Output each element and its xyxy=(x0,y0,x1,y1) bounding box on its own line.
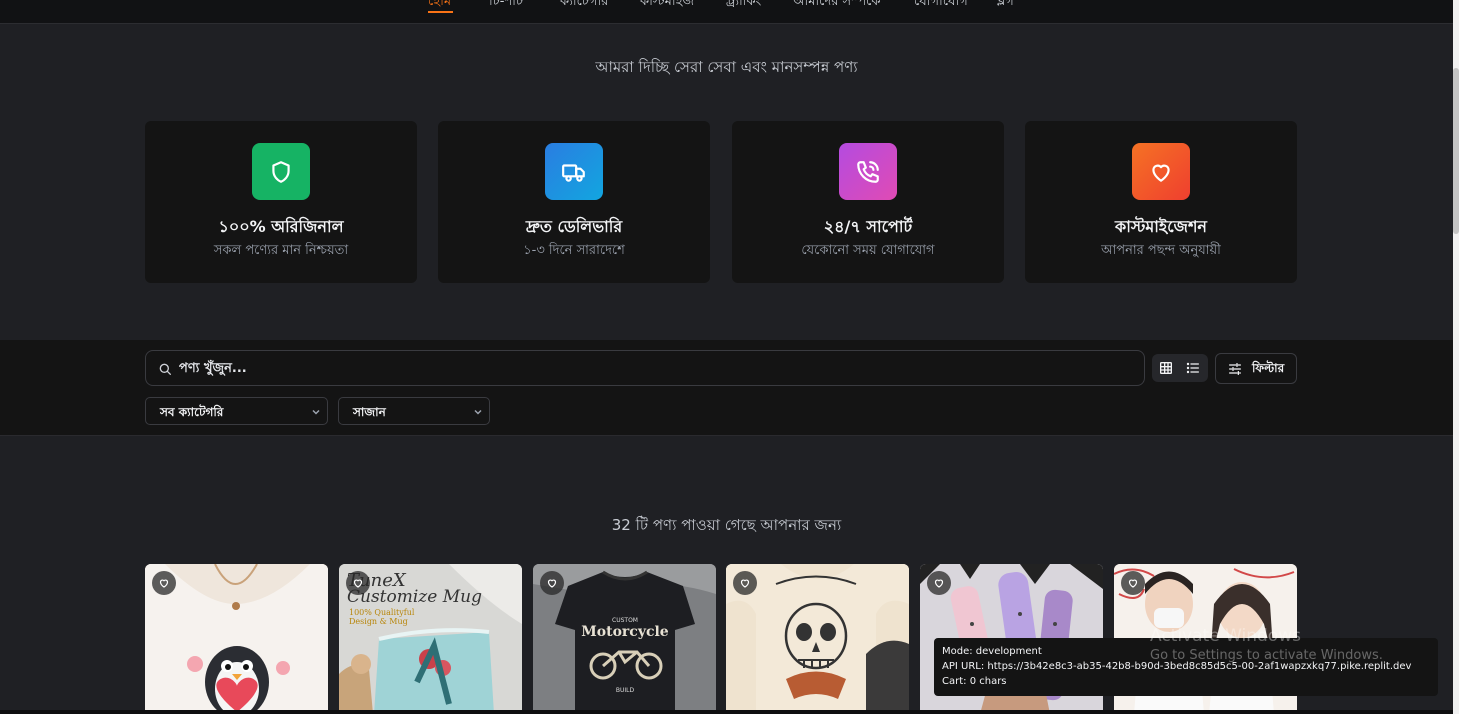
product-card[interactable]: CUSTOM Motorcycle BUILD xyxy=(533,564,716,714)
search-filter-bar: ফিল্টার সব ক্যাটেগরি সাজান xyxy=(0,340,1453,436)
view-toggle xyxy=(1152,354,1208,382)
heart-icon xyxy=(547,579,557,588)
heart-icon xyxy=(1132,143,1190,200)
search-input[interactable] xyxy=(179,351,1129,385)
feature-card-customization: কাস্টমাইজেশন আপনার পছন্দ অনুযায়ী xyxy=(1025,121,1297,283)
nav-item-about[interactable]: আমাদের সম্পর্কে xyxy=(793,0,880,13)
feature-subtitle: সকল পণ্যের মান নিশ্চয়তা xyxy=(213,243,349,258)
grid-view-icon[interactable] xyxy=(1158,360,1174,376)
list-view-icon[interactable] xyxy=(1185,360,1201,376)
sliders-icon xyxy=(1229,363,1241,375)
product-card[interactable]: TuneX Customize Mug 100% Qualityful Desi… xyxy=(339,564,522,714)
search-box[interactable] xyxy=(145,350,1145,386)
product-card[interactable] xyxy=(145,564,328,714)
search-icon xyxy=(159,363,171,375)
nav-item-category[interactable]: ক্যাটেগরি xyxy=(560,0,608,13)
category-select[interactable]: সব ক্যাটেগরি xyxy=(145,397,328,425)
chevron-down-icon xyxy=(312,409,320,415)
page-scrollbar[interactable] xyxy=(1453,0,1459,714)
product-card[interactable] xyxy=(726,564,909,714)
chevron-down-icon xyxy=(474,409,482,415)
feature-title: কাস্টমাইজেশন xyxy=(1115,217,1207,236)
filter-button-label: ফিল্টার xyxy=(1252,361,1285,375)
sort-select-value: সাজান xyxy=(353,405,386,419)
feature-title: ১০০% অরিজিনাল xyxy=(218,217,344,236)
mug-tagline-1: 100% Qualityful xyxy=(349,608,415,617)
heart-icon xyxy=(740,579,750,588)
filter-button[interactable]: ফিল্টার xyxy=(1215,353,1297,384)
feature-card-delivery: দ্রুত ডেলিভারি ১-৩ দিনে সারাদেশে xyxy=(438,121,710,283)
truck-icon xyxy=(545,143,603,200)
nav-item-blog[interactable]: ব্লগ xyxy=(997,0,1014,13)
nav-item-customize[interactable]: কাস্টমাইজ xyxy=(640,0,694,13)
wishlist-button[interactable] xyxy=(1121,571,1145,595)
nav-item-contact[interactable]: যোগাযোগ xyxy=(914,0,968,13)
phone-call-icon xyxy=(839,143,897,200)
wishlist-button[interactable] xyxy=(927,571,951,595)
features-tagline: আমরা দিচ্ছি সেরা সেবা এবং মানসম্পন্ন পণ্… xyxy=(595,58,858,76)
feature-title: ২৪/৭ সাপোর্ট xyxy=(823,217,913,236)
heart-icon xyxy=(1128,579,1138,588)
nav-item-tshirt[interactable]: টি-শার্ট xyxy=(489,0,523,13)
sort-select[interactable]: সাজান xyxy=(338,397,490,425)
top-navigation: হোম টি-শার্ট ক্যাটেগরি কাস্টমাইজ ট্র্যাক… xyxy=(0,0,1453,24)
wishlist-button[interactable] xyxy=(346,571,370,595)
feature-subtitle: ১-৩ দিনে সারাদেশে xyxy=(523,243,625,258)
wishlist-button[interactable] xyxy=(152,571,176,595)
watermark-line-1: Activate Windows xyxy=(1150,626,1301,646)
scrollbar-thumb[interactable] xyxy=(1453,68,1459,234)
category-select-value: সব ক্যাটেগরি xyxy=(160,405,224,419)
mug-tagline-2: Design & Mug xyxy=(349,617,408,626)
feature-card-support: ২৪/৭ সাপোর্ট যেকোনো সময় যোগাযোগ xyxy=(732,121,1004,283)
dev-cart: Cart: 0 chars xyxy=(942,676,1007,687)
product-count: 32 টি পণ্য পাওয়া গেছে আপনার জন্য xyxy=(611,516,842,534)
shirt-text-custom: CUSTOM xyxy=(612,617,638,624)
bottom-edge xyxy=(0,710,1453,714)
heart-icon xyxy=(353,579,363,588)
heart-icon xyxy=(159,579,169,588)
feature-subtitle: আপনার পছন্দ অনুযায়ী xyxy=(1101,243,1221,258)
wishlist-button[interactable] xyxy=(540,571,564,595)
nav-active-underline xyxy=(428,11,453,13)
wishlist-button[interactable] xyxy=(733,571,757,595)
nav-item-tracking[interactable]: ট্র্যাকিং xyxy=(726,0,761,13)
watermark-line-2: Go to Settings to activate Windows. xyxy=(1150,648,1383,663)
feature-subtitle: যেকোনো সময় যোগাযোগ xyxy=(801,243,935,258)
heart-icon xyxy=(934,579,944,588)
feature-card-original: ১০০% অরিজিনাল সকল পণ্যের মান নিশ্চয়তা xyxy=(145,121,417,283)
shirt-text-motorcycle: Motorcycle xyxy=(581,624,669,640)
windows-activation-watermark: Activate Windows Go to Settings to activ… xyxy=(1150,626,1383,663)
feature-title: দ্রুত ডেলিভারি xyxy=(525,217,623,236)
shield-icon xyxy=(252,143,310,200)
shirt-text-build: BUILD xyxy=(616,687,635,694)
